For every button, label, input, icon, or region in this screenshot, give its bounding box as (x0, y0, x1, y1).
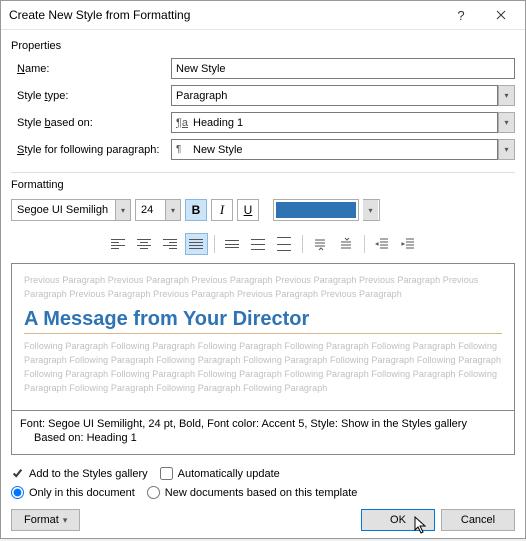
linespacing-15-button[interactable] (247, 233, 270, 255)
preview-heading: A Message from Your Director (24, 308, 502, 331)
preview-previous-text: Previous Paragraph Previous Paragraph Pr… (24, 274, 502, 302)
styletype-select[interactable]: Paragraph ▾ (171, 85, 515, 106)
styletype-label: Style type: (11, 90, 171, 102)
increase-indent-button[interactable] (397, 233, 420, 255)
preview-pane: Previous Paragraph Previous Paragraph Pr… (11, 263, 515, 411)
underline-button[interactable]: U (237, 199, 259, 221)
style-description: Font: Segoe UI Semilight, 24 pt, Bold, F… (11, 411, 515, 455)
properties-section-label: Properties (11, 40, 515, 52)
create-style-dialog: Create New Style from Formatting ? Prope… (0, 0, 526, 539)
following-select[interactable]: ¶New Style ▾ (171, 139, 515, 160)
paragraph-toolbar (11, 229, 515, 263)
following-label: Style for following paragraph: (11, 144, 171, 156)
bold-button[interactable]: B (185, 199, 207, 221)
basedon-label: Style based on: (11, 117, 171, 129)
chevron-down-icon: ▾ (498, 112, 515, 133)
dialog-content: Properties Name: Style type: Paragraph ▾… (1, 30, 525, 541)
align-right-button[interactable] (159, 233, 182, 255)
cancel-button[interactable]: Cancel (441, 509, 515, 531)
chevron-down-icon: ▾ (498, 139, 515, 160)
auto-update-checkbox[interactable]: Automatically update (160, 467, 280, 480)
italic-button[interactable]: I (211, 199, 233, 221)
space-before-inc-button[interactable] (309, 233, 332, 255)
name-label: Name: (11, 63, 171, 75)
only-this-doc-radio[interactable]: Only in this document (11, 486, 135, 499)
align-center-button[interactable] (133, 233, 156, 255)
paragraph-mark-icon: ¶a (176, 117, 190, 129)
ok-button[interactable]: OK (361, 509, 435, 531)
formatting-section-label: Formatting (11, 179, 515, 191)
font-size-select[interactable]: 24▾ (135, 199, 181, 221)
cursor-icon (414, 516, 430, 536)
chevron-down-icon: ▾ (165, 200, 180, 220)
chevron-down-icon: ▾ (115, 200, 130, 220)
align-justify-button[interactable] (185, 233, 208, 255)
decrease-indent-button[interactable] (371, 233, 394, 255)
preview-following-text: Following Paragraph Following Paragraph … (24, 340, 502, 396)
new-docs-radio[interactable]: New documents based on this template (147, 486, 358, 499)
close-button[interactable] (481, 1, 521, 29)
font-name-select[interactable]: Segoe UI Semiligh▾ (11, 199, 131, 221)
name-input[interactable] (171, 58, 515, 79)
add-to-gallery-checkbox[interactable]: Add to the Styles gallery (11, 467, 148, 480)
linespacing-2-button[interactable] (273, 233, 296, 255)
paragraph-mark-icon: ¶ (176, 144, 190, 155)
chevron-down-icon: ▾ (498, 85, 515, 106)
linespacing-1-button[interactable] (221, 233, 244, 255)
font-color-select[interactable] (273, 199, 359, 221)
space-before-dec-button[interactable] (335, 233, 358, 255)
help-button[interactable]: ? (441, 1, 481, 29)
font-color-arrow[interactable]: ▾ (363, 199, 380, 221)
format-menu-button[interactable]: Format (11, 509, 80, 531)
chevron-down-icon: ▾ (363, 200, 378, 220)
dialog-title: Create New Style from Formatting (9, 8, 441, 22)
align-left-button[interactable] (107, 233, 130, 255)
titlebar: Create New Style from Formatting ? (1, 1, 525, 30)
basedon-select[interactable]: ¶aHeading 1 ▾ (171, 112, 515, 133)
